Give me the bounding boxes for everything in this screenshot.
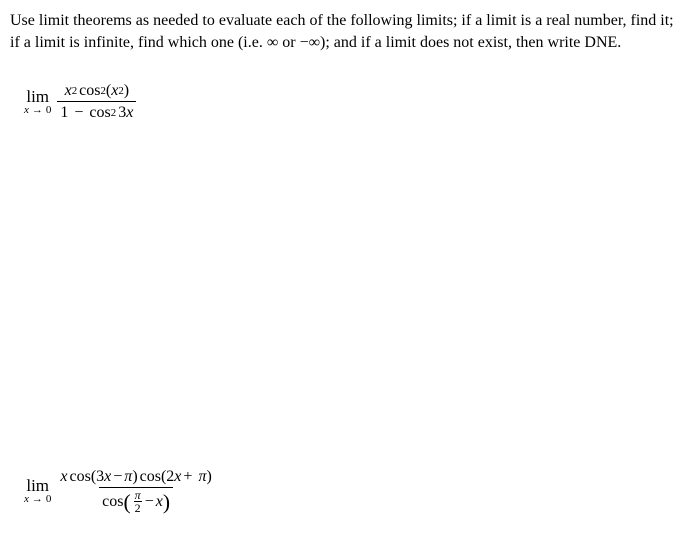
fraction-2: xcos(3x−π)cos(2x+π) cos(π2−x) [57, 467, 214, 514]
x-var-b: x [111, 81, 118, 101]
numerator-1: x2cos2(x2) [62, 81, 133, 101]
instructions-text: Use limit theorems as needed to evaluate… [10, 10, 681, 53]
big-lparen: ( [123, 496, 130, 509]
minus-b: − [113, 467, 122, 487]
cos-fn-e: cos [102, 492, 123, 512]
problem-2: lim x→0 xcos(3x−π)cos(2x+π) cos(π2−x) [24, 467, 681, 514]
two-c: 2 [134, 501, 142, 514]
limit-expression-1: lim x→0 x2cos2(x2) 1−cos23x [24, 81, 136, 123]
lim-label-2: lim [26, 477, 49, 494]
x-var-c: x [126, 103, 133, 123]
plus-a: + [183, 467, 192, 487]
denominator-2: cos( π2−x) [99, 487, 173, 514]
lim-subscript-2: x→0 [24, 494, 51, 505]
one: 1 [60, 103, 68, 123]
rparen: ) [124, 81, 129, 101]
big-rparen: ) [163, 496, 170, 509]
lim-operator-2: lim x→0 [24, 477, 51, 505]
pi-c: π [134, 489, 142, 501]
three: 3 [118, 103, 126, 123]
limit-expression-2: lim x→0 xcos(3x−π)cos(2x+π) cos(π2−x) [24, 467, 215, 514]
lim-var: x [24, 104, 29, 116]
minus-c: − [145, 492, 154, 512]
lim-arrow: → [31, 104, 44, 116]
x-var: x [65, 81, 72, 101]
cos-fn-c: cos [70, 467, 91, 487]
x-var-e: x [104, 467, 111, 487]
cos-fn: cos [79, 81, 100, 101]
denominator-1: 1−cos23x [57, 101, 136, 123]
cos-fn-d: cos [140, 467, 161, 487]
lim-label: lim [26, 88, 49, 105]
pi-over-2: π2 [134, 489, 142, 514]
numerator-2: xcos(3x−π)cos(2x+π) [57, 467, 214, 487]
x-var-d: x [60, 467, 67, 487]
lim-arrow-2: → [31, 493, 44, 505]
cos-fn-b: cos [89, 103, 110, 123]
lim-subscript: x→0 [24, 105, 51, 116]
problem-1: lim x→0 x2cos2(x2) 1−cos23x [24, 81, 681, 123]
minus: − [74, 103, 83, 123]
lim-to: 0 [46, 104, 52, 116]
rparen-c: ) [206, 467, 211, 487]
pi-b: π [198, 467, 206, 487]
rparen-b: ) [132, 467, 137, 487]
three-b: 3 [96, 467, 104, 487]
lim-to-2: 0 [46, 493, 52, 505]
x-var-g: x [156, 492, 163, 512]
fraction-1: x2cos2(x2) 1−cos23x [57, 81, 136, 123]
pi-a: π [124, 467, 132, 487]
x-var-f: x [174, 467, 181, 487]
lim-var-2: x [24, 493, 29, 505]
lim-operator: lim x→0 [24, 88, 51, 116]
